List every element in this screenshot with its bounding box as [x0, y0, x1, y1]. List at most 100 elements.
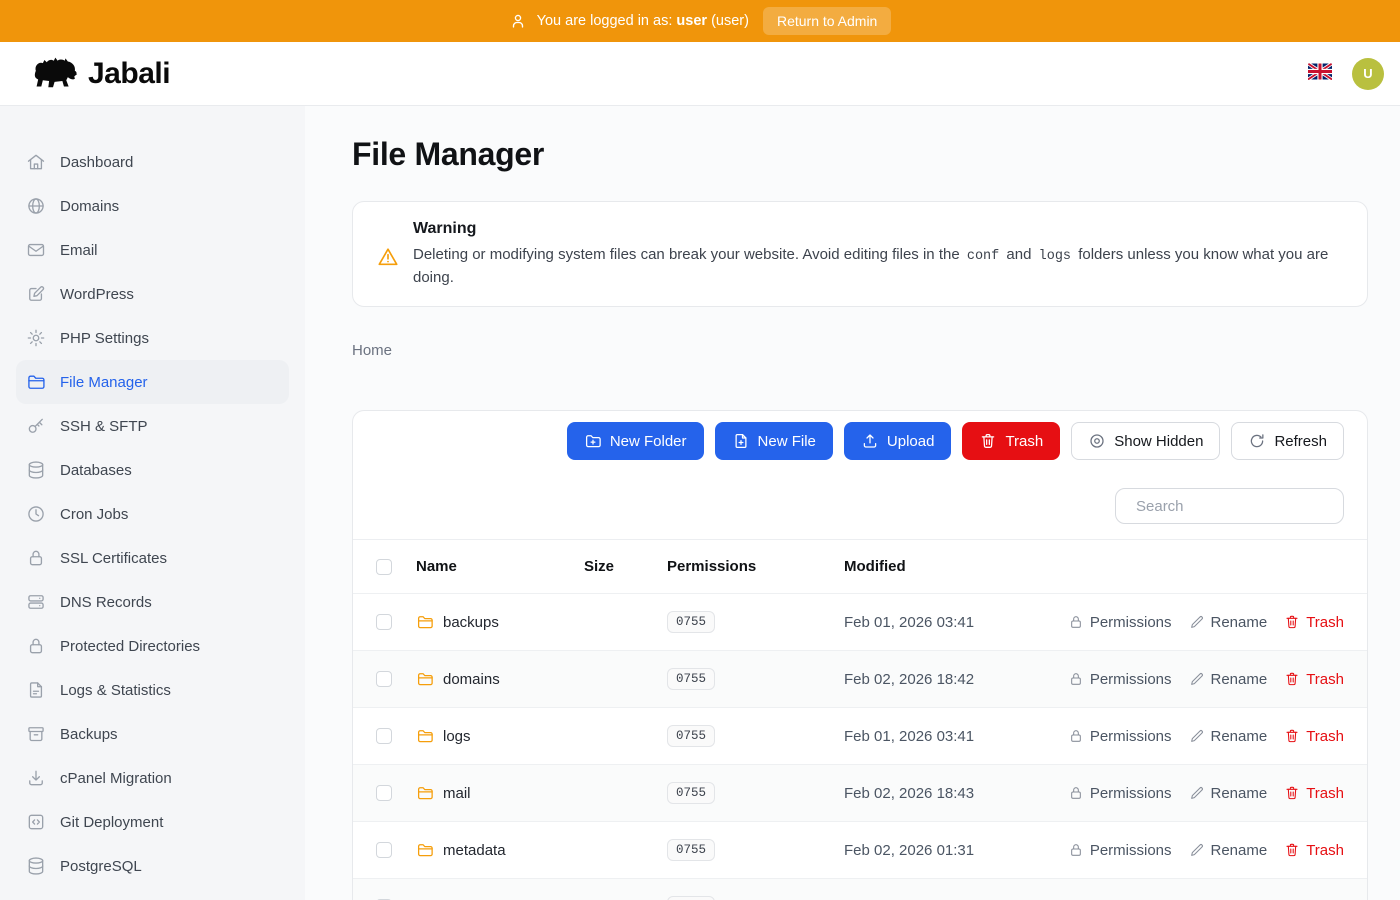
sidebar-item-email[interactable]: Email — [16, 228, 289, 272]
row-checkbox[interactable] — [376, 728, 392, 744]
trash-action[interactable]: Trash — [1284, 785, 1344, 802]
trash-action[interactable]: Trash — [1284, 614, 1344, 631]
sidebar-item-protected-directories[interactable]: Protected Directories — [16, 624, 289, 668]
sidebar-item-label: WordPress — [60, 286, 134, 303]
sidebar-item-logs-statistics[interactable]: Logs & Statistics — [16, 668, 289, 712]
trash-action[interactable]: Trash — [1284, 842, 1344, 859]
row-checkbox[interactable] — [376, 671, 392, 687]
sidebar-item-dns-records[interactable]: DNS Records — [16, 580, 289, 624]
lock-icon — [1068, 671, 1084, 687]
file-name-link[interactable]: mail — [416, 784, 584, 802]
warning-triangle-icon — [377, 246, 399, 268]
app-header: Jabali U — [0, 42, 1400, 106]
rename-action[interactable]: Rename — [1189, 785, 1268, 802]
file-name-link[interactable]: logs — [416, 727, 584, 745]
new-folder-button[interactable]: New Folder — [567, 422, 704, 460]
sidebar-item-label: File Manager — [60, 374, 148, 391]
trash-icon — [1284, 842, 1300, 858]
show-hidden-button[interactable]: Show Hidden — [1071, 422, 1220, 460]
brand-logo[interactable]: Jabali — [28, 56, 170, 92]
upload-button[interactable]: Upload — [844, 422, 952, 460]
edit-icon — [26, 284, 46, 304]
gear-icon — [26, 328, 46, 348]
table-row: backups 0755 Feb 01, 2026 03:41 Permissi… — [353, 593, 1367, 650]
row-checkbox[interactable] — [376, 785, 392, 801]
table-header: Name Size Permissions Modified — [353, 539, 1367, 593]
lock-icon — [1068, 728, 1084, 744]
permissions-badge: 0755 — [667, 725, 715, 747]
trash-icon — [1284, 671, 1300, 687]
sidebar-item-label: Backups — [60, 726, 118, 743]
permissions-badge: 0755 — [667, 611, 715, 633]
sidebar-item-databases[interactable]: Databases — [16, 448, 289, 492]
folder-icon — [416, 670, 434, 688]
sidebar-item-wordpress[interactable]: WordPress — [16, 272, 289, 316]
permissions-action[interactable]: Permissions — [1068, 671, 1172, 688]
sidebar-item-label: Email — [60, 242, 98, 259]
sidebar-item-cron-jobs[interactable]: Cron Jobs — [16, 492, 289, 536]
rename-action[interactable]: Rename — [1189, 728, 1268, 745]
rename-action[interactable]: Rename — [1189, 614, 1268, 631]
search-box — [1115, 488, 1344, 524]
sidebar-item-partial[interactable] — [16, 888, 289, 900]
sidebar-item-label: Logs & Statistics — [60, 682, 171, 699]
file-manager-card: New Folder New File Upload Trash Show Hi… — [352, 410, 1368, 900]
sidebar-item-label: Dashboard — [60, 154, 133, 171]
code-conf: conf — [964, 249, 1002, 264]
warning-text: Deleting or modifying system files can b… — [413, 244, 1343, 288]
sidebar-item-postgresql[interactable]: PostgreSQL — [16, 844, 289, 888]
brand-name: Jabali — [88, 57, 170, 91]
sidebar-item-ssl-certificates[interactable]: SSL Certificates — [16, 536, 289, 580]
sidebar-item-label: DNS Records — [60, 594, 152, 611]
permissions-badge: 0755 — [667, 782, 715, 804]
return-to-admin-button[interactable]: Return to Admin — [763, 7, 891, 35]
permissions-action[interactable]: Permissions — [1068, 842, 1172, 859]
table-row: metadata 0755 Feb 02, 2026 01:31 Permiss… — [353, 821, 1367, 878]
boar-icon — [28, 56, 78, 92]
impersonation-bar: You are logged in as: user (user) Return… — [0, 0, 1400, 42]
row-checkbox[interactable] — [376, 614, 392, 630]
trash-action[interactable]: Trash — [1284, 671, 1344, 688]
sidebar-item-backups[interactable]: Backups — [16, 712, 289, 756]
file-name-link[interactable]: domains — [416, 670, 584, 688]
breadcrumb[interactable]: Home — [352, 342, 1368, 359]
trash-button[interactable]: Trash — [962, 422, 1060, 460]
sidebar-item-label: SSL Certificates — [60, 550, 167, 567]
file-name-link[interactable]: backups — [416, 613, 584, 631]
warning-alert: Warning Deleting or modifying system fil… — [352, 201, 1368, 307]
page-title: File Manager — [352, 136, 1368, 173]
rename-action[interactable]: Rename — [1189, 842, 1268, 859]
sidebar-item-php-settings[interactable]: PHP Settings — [16, 316, 289, 360]
refresh-icon — [1248, 432, 1266, 450]
file-text-icon — [26, 680, 46, 700]
person-icon — [509, 12, 527, 30]
language-flag-icon[interactable] — [1308, 63, 1332, 85]
trash-icon — [979, 432, 997, 450]
rename-action[interactable]: Rename — [1189, 671, 1268, 688]
permissions-action[interactable]: Permissions — [1068, 785, 1172, 802]
user-avatar[interactable]: U — [1352, 58, 1384, 90]
permissions-action[interactable]: Permissions — [1068, 728, 1172, 745]
select-all-checkbox[interactable] — [376, 559, 392, 575]
folder-icon — [416, 613, 434, 631]
impersonation-prefix: You are logged in as: — [537, 13, 673, 29]
refresh-button[interactable]: Refresh — [1231, 422, 1344, 460]
row-checkbox[interactable] — [376, 842, 392, 858]
sidebar-item-file-manager[interactable]: File Manager — [16, 360, 289, 404]
sidebar-item-label: Cron Jobs — [60, 506, 128, 523]
search-input[interactable] — [1136, 498, 1335, 515]
sidebar-item-ssh-sftp[interactable]: SSH & SFTP — [16, 404, 289, 448]
column-header-name: Name — [416, 558, 584, 575]
sidebar-item-git-deployment[interactable]: Git Deployment — [16, 800, 289, 844]
lock-icon — [26, 636, 46, 656]
sidebar-item-domains[interactable]: Domains — [16, 184, 289, 228]
permissions-action[interactable]: Permissions — [1068, 614, 1172, 631]
trash-action[interactable]: Trash — [1284, 728, 1344, 745]
file-name-link[interactable]: metadata — [416, 841, 584, 859]
new-file-button[interactable]: New File — [715, 422, 833, 460]
sidebar-item-dashboard[interactable]: Dashboard — [16, 140, 289, 184]
sidebar-item-cpanel-migration[interactable]: cPanel Migration — [16, 756, 289, 800]
modified-date: Feb 01, 2026 03:41 — [844, 728, 1068, 745]
folder-icon — [416, 727, 434, 745]
eye-icon — [1088, 432, 1106, 450]
